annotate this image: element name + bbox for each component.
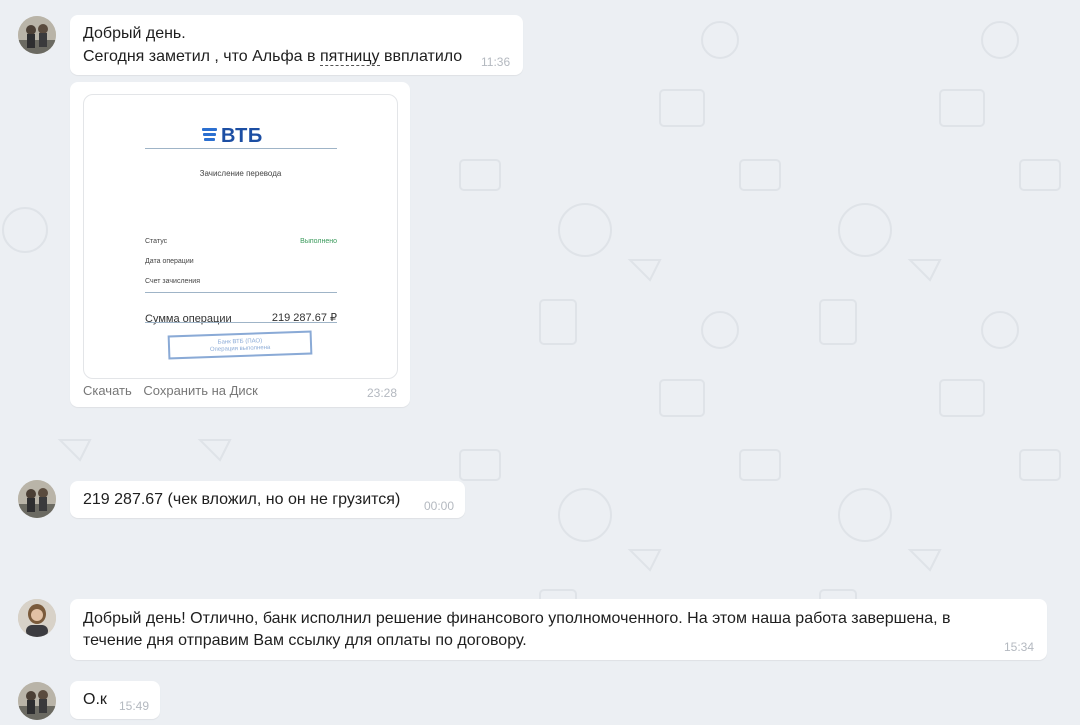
sum-value: 219 287.67 ₽	[271, 312, 337, 324]
document-heading: Зачисление перевода	[199, 169, 282, 178]
vtb-logo: ВТБ	[202, 125, 282, 147]
doc-row-value: Выполнено	[300, 238, 337, 245]
divider	[145, 292, 337, 293]
message-text: О.к	[83, 691, 107, 708]
message-bubble[interactable]: О.к 15:49	[70, 681, 160, 719]
message-bubble[interactable]: Добрый день. Сегодня заметил , что Альфа…	[70, 15, 523, 75]
avatar[interactable]	[18, 16, 56, 54]
avatar[interactable]	[18, 599, 56, 637]
doc-row-label: Счет зачисления	[145, 278, 200, 285]
message-text: Сегодня заметил , что Альфа в пятницу вв…	[83, 48, 463, 66]
document-preview[interactable]: ВТБ Зачисление перевода Статус Выполнено…	[83, 94, 398, 379]
doc-row-label: Дата операции	[145, 258, 194, 265]
message-text: Добрый день! Отлично, банк исполнил реше…	[83, 610, 951, 627]
save-to-disk-link[interactable]: Сохранить на Диск	[143, 383, 258, 398]
underlined-word: пятницу	[319, 48, 380, 66]
file-message-bubble[interactable]: ВТБ Зачисление перевода Статус Выполнено…	[70, 82, 410, 407]
doc-row-label: Статус	[145, 238, 168, 245]
divider	[145, 148, 337, 149]
message-timestamp: 11:36	[481, 55, 511, 69]
sum-label: Сумма операции	[145, 313, 232, 325]
message-bubble[interactable]: Добрый день! Отлично, банк исполнил реше…	[70, 599, 1047, 660]
avatar[interactable]	[18, 682, 56, 720]
divider	[145, 322, 337, 323]
message-text: 219 287.67 (чек вложил, но он не грузитс…	[83, 491, 401, 508]
message-bubble[interactable]: 219 287.67 (чек вложил, но он не грузитс…	[70, 481, 465, 518]
message-text: течение дня отправим Вам ссылку для опла…	[83, 632, 527, 649]
bank-stamp: Банк ВТБ (ПАО) Операция выполнена	[167, 330, 313, 360]
message-timestamp: 15:49	[119, 699, 150, 713]
download-link[interactable]: Скачать	[83, 383, 132, 398]
message-timestamp: 15:34	[1003, 640, 1034, 654]
message-timestamp: 23:28	[366, 386, 397, 400]
avatar[interactable]	[18, 480, 56, 518]
message-text: Добрый день.	[83, 25, 186, 42]
message-timestamp: 00:00	[424, 499, 455, 513]
